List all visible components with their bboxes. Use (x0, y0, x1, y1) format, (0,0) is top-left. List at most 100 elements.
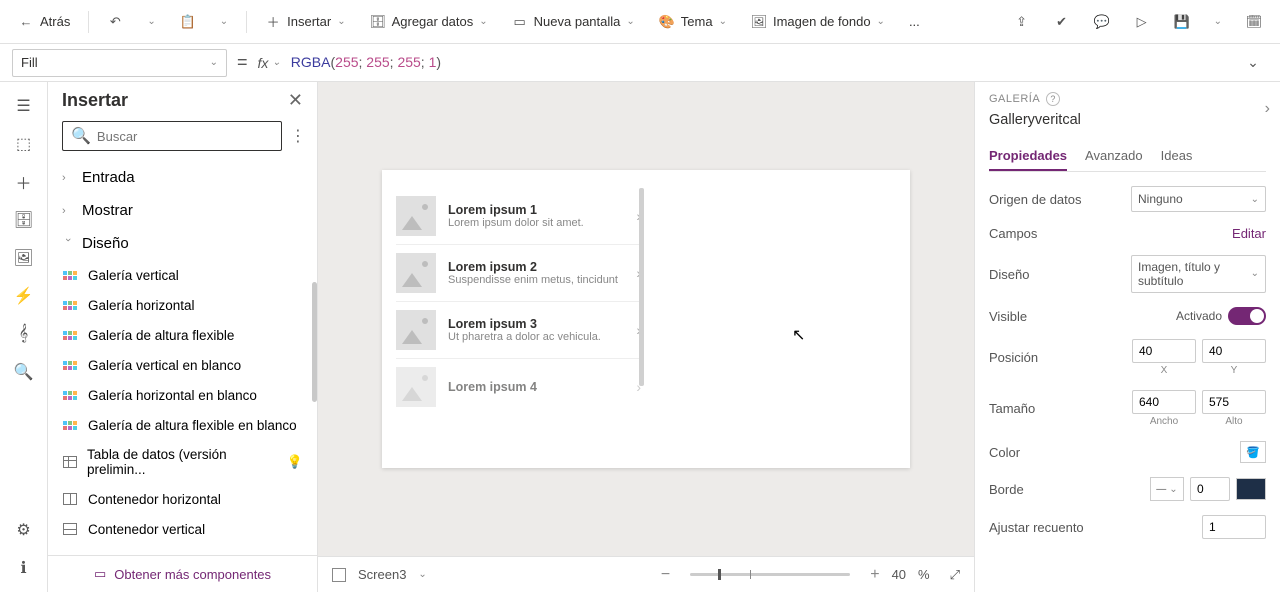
share-button[interactable]: ⇪ (1004, 8, 1040, 36)
comp-container-h[interactable]: Contenedor horizontal (48, 484, 317, 514)
container-h-icon (63, 493, 77, 505)
comp-galeria-vertical-blank[interactable]: Galería vertical en blanco (48, 350, 317, 380)
edit-fields-link[interactable]: Editar (1232, 226, 1266, 241)
data-rail-button[interactable]: 🗄 (14, 210, 34, 230)
formula-expand[interactable]: ⌄ (1238, 54, 1268, 71)
save-button[interactable]: 💾 (1164, 8, 1200, 36)
category-mostrar[interactable]: ›Mostrar (48, 194, 317, 227)
comp-container-v[interactable]: Contenedor vertical (48, 514, 317, 544)
border-color-picker[interactable] (1236, 478, 1266, 500)
canvas-stage[interactable]: Lorem ipsum 1Lorem ipsum dolor sit amet.… (318, 82, 974, 556)
gallery-item[interactable]: Lorem ipsum 1Lorem ipsum dolor sit amet.… (396, 188, 641, 245)
search-rail-button[interactable]: 🔍 (14, 362, 34, 382)
gallery-item[interactable]: Lorem ipsum 2Suspendisse enim metus, tin… (396, 245, 641, 302)
get-more-components[interactable]: ▭ Obtener más componentes (48, 555, 317, 592)
comp-galeria-vertical[interactable]: Galería vertical (48, 260, 317, 290)
category-diseno[interactable]: ›Diseño (48, 227, 317, 260)
zoom-in[interactable]: + (870, 566, 879, 584)
zoom-slider[interactable] (690, 573, 850, 576)
tab-ideas[interactable]: Ideas (1161, 142, 1193, 171)
zoom-out[interactable]: − (661, 566, 670, 584)
help-icon[interactable]: ? (1046, 92, 1060, 106)
variables-rail-button[interactable]: 𝄞 (14, 324, 34, 344)
insert-rail-button[interactable]: ⬚ (14, 134, 34, 154)
tab-propiedades[interactable]: Propiedades (989, 142, 1067, 171)
color-picker[interactable]: 🪣 (1240, 441, 1266, 463)
tree-view-button[interactable]: ☰ (14, 96, 34, 116)
search-box[interactable]: 🔍 (62, 121, 282, 151)
lightbulb-icon: 💡 (287, 454, 303, 470)
save-split[interactable]: ⌄ (1204, 10, 1232, 33)
equals-sign: = (237, 52, 248, 73)
border-width-input[interactable] (1190, 477, 1230, 501)
screen-icon: ▭ (512, 14, 528, 30)
search-input[interactable] (97, 129, 273, 144)
tab-avanzado[interactable]: Avanzado (1085, 142, 1143, 171)
category-entrada[interactable]: ›Entrada (48, 161, 317, 194)
chevron-down-icon: › (62, 238, 74, 250)
image-placeholder-icon (396, 196, 436, 236)
comp-galeria-flexible[interactable]: Galería de altura flexible (48, 320, 317, 350)
chevron-down-icon: ⌄ (626, 16, 634, 27)
overflow-button[interactable]: ... (899, 8, 930, 35)
back-label: Atrás (40, 14, 70, 29)
border-style-select[interactable]: — ⌄ (1150, 477, 1184, 501)
gallery-scrollbar[interactable] (639, 188, 644, 386)
props-section: GALERÍA ? (989, 92, 1266, 106)
gallery-item[interactable]: Lorem ipsum 3Ut pharetra a dolor ac vehi… (396, 302, 641, 359)
gallery-icon (63, 421, 77, 430)
comments-button[interactable]: 💬 (1084, 8, 1120, 36)
pos-x-input[interactable] (1132, 339, 1196, 363)
comp-galeria-horizontal[interactable]: Galería horizontal (48, 290, 317, 320)
back-button[interactable]: ← Atrás (8, 8, 80, 36)
expand-props[interactable]: › (1265, 100, 1270, 118)
comp-galeria-flexible-blank[interactable]: Galería de altura flexible en blanco (48, 410, 317, 440)
screen-name[interactable]: Screen3 (358, 567, 406, 582)
comp-galeria-horizontal-blank[interactable]: Galería horizontal en blanco (48, 380, 317, 410)
chevron-right-icon[interactable]: › (636, 379, 641, 395)
fit-to-screen[interactable]: ⤢ (950, 567, 960, 583)
add-data-button[interactable]: 🗄 Agregar datos ⌄ (360, 8, 498, 36)
formula-input[interactable]: RGBA(255; 255; 255; 1) (291, 54, 1228, 71)
fx-label[interactable]: fx⌄ (258, 55, 281, 71)
gallery-control[interactable]: Lorem ipsum 1Lorem ipsum dolor sit amet.… (396, 188, 641, 415)
chat-icon: 💬 (1094, 14, 1110, 30)
chevron-down-icon: ⌄ (1251, 194, 1259, 205)
checker-button[interactable]: ✔︎ (1044, 8, 1080, 36)
flows-rail-button[interactable]: ⚡ (14, 286, 34, 306)
bg-image-button[interactable]: 🖼 Imagen de fondo ⌄ (741, 8, 895, 36)
datasource-select[interactable]: Ninguno⌄ (1131, 186, 1266, 212)
wrap-input[interactable] (1202, 515, 1266, 539)
ask-rail-button[interactable]: ℹ (14, 558, 34, 578)
add-rail-button[interactable]: ＋ (14, 172, 34, 192)
image-placeholder-icon (396, 367, 436, 407)
gallery-item[interactable]: Lorem ipsum 4 › (396, 359, 641, 415)
share-icon: ⇪ (1014, 14, 1030, 30)
more-options[interactable]: ⋮ (290, 126, 306, 146)
insert-button[interactable]: ＋ Insertar ⌄ (255, 8, 355, 36)
chevron-down-icon[interactable]: ⌄ (418, 569, 426, 580)
layout-select[interactable]: Imagen, título y subtítulo⌄ (1131, 255, 1266, 293)
new-screen-button[interactable]: ▭ Nueva pantalla ⌄ (502, 8, 645, 36)
chevron-right-icon: › (62, 172, 74, 184)
settings-rail-button[interactable]: ⚙ (14, 520, 34, 540)
screen-checkbox[interactable] (332, 568, 346, 582)
publish-button[interactable]: 🗓 (1236, 8, 1272, 36)
pos-y-input[interactable] (1202, 339, 1266, 363)
theme-button[interactable]: 🎨 Tema ⌄ (649, 8, 737, 36)
property-selector[interactable]: Fill ⌄ (12, 49, 227, 77)
left-rail: ☰ ⬚ ＋ 🗄 🖼 ⚡ 𝄞 🔍 ⚙ ℹ (0, 82, 48, 592)
width-input[interactable] (1132, 390, 1196, 414)
paste-split[interactable]: ⌄ (210, 10, 238, 33)
undo-split[interactable]: ⌄ (137, 10, 165, 33)
media-rail-button[interactable]: 🖼 (14, 248, 34, 268)
comp-data-table[interactable]: Tabla de datos (versión prelimin...💡 (48, 440, 317, 484)
play-button[interactable]: ▷ (1124, 8, 1160, 36)
screen-preview[interactable]: Lorem ipsum 1Lorem ipsum dolor sit amet.… (382, 170, 910, 468)
close-button[interactable]: ✕ (288, 90, 303, 111)
visible-toggle[interactable] (1228, 307, 1266, 325)
height-input[interactable] (1202, 390, 1266, 414)
paste-button[interactable]: 📋 (170, 8, 206, 36)
undo-button[interactable]: ↶ (97, 8, 133, 36)
scrollbar[interactable] (312, 282, 317, 402)
